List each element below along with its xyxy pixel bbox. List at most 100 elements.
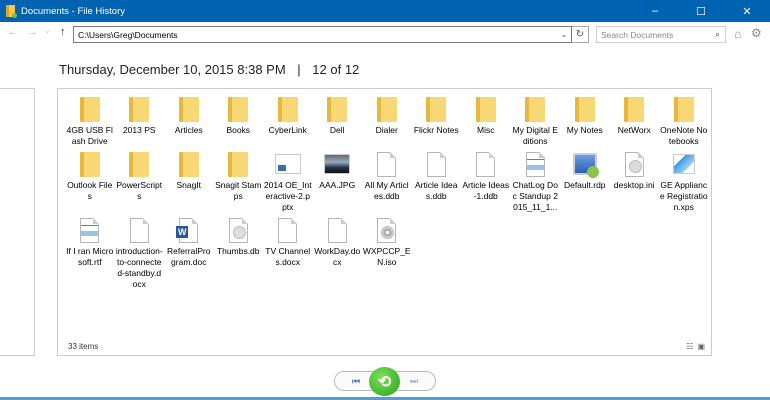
up-button[interactable]: ↑ (60, 26, 66, 38)
file-item[interactable]: WXPCCP_EN.iso (362, 216, 412, 290)
file-name: 2014 OE_Interactive-2.pptx (263, 180, 312, 212)
close-button[interactable]: ✕ (724, 0, 770, 22)
doc-icon (473, 150, 499, 178)
file-item[interactable]: Dialer (362, 95, 412, 147)
jpg-icon (324, 150, 351, 178)
file-item[interactable]: PowerScripts (115, 150, 165, 213)
doc-shape (278, 217, 298, 243)
ini-icon (225, 216, 251, 244)
file-item[interactable]: GE Appliance Registration.xps (659, 150, 709, 213)
file-item[interactable]: Outlook Files (65, 150, 115, 213)
folder-icon (225, 95, 251, 123)
file-name: AAA.JPG (319, 180, 356, 190)
file-name: CyberLink (268, 125, 307, 135)
file-name: Misc (477, 125, 495, 135)
file-item[interactable]: CyberLink (263, 95, 313, 147)
minimize-button[interactable]: – (632, 0, 678, 22)
address-bar[interactable]: C:\Users\Greg\Documents ⌄ (73, 26, 572, 43)
separator: | (297, 62, 301, 77)
file-item[interactable]: 2014 OE_Interactive-2.pptx (263, 150, 313, 213)
folder-shape (178, 96, 199, 122)
file-item[interactable]: NetWorx (610, 95, 660, 147)
folder-shape (228, 151, 249, 177)
folder-icon (77, 150, 103, 178)
folder-shape (178, 151, 199, 177)
file-item[interactable]: My Digital Editions (511, 95, 561, 147)
playback-controls: ⏮ ⏭ ⟲ (334, 367, 436, 396)
folder-icon (176, 150, 202, 178)
doc-icon (423, 150, 449, 178)
file-item[interactable]: Articles (164, 95, 214, 147)
file-name: introduction-to-connected-standby.docx (115, 246, 163, 289)
rtf-shape (80, 217, 100, 243)
file-name: TV Channels.docx (265, 246, 311, 267)
title-bar: Documents - File History – ☐ ✕ (0, 0, 770, 22)
folder-shape (129, 151, 150, 177)
rdp-icon (572, 150, 599, 178)
details-view-icon[interactable]: ☷ (686, 342, 693, 351)
file-item[interactable]: Dell (313, 95, 363, 147)
folder-icon (324, 95, 350, 123)
file-item[interactable]: Books (214, 95, 264, 147)
file-item[interactable]: Thumbs.db (214, 216, 264, 290)
file-item[interactable]: All My Articles.ddb (362, 150, 412, 213)
file-item[interactable]: ReferralProgram.doc (164, 216, 214, 290)
file-item[interactable]: 2013 PS (115, 95, 165, 147)
xps-shape (672, 154, 695, 174)
file-item[interactable]: WorkDay.docx (313, 216, 363, 290)
folder-shape (525, 96, 546, 122)
recent-locations-button[interactable]: ⌄ (44, 26, 51, 35)
folder-shape (475, 96, 496, 122)
folder-icon (126, 95, 152, 123)
file-name: Thumbs.db (216, 246, 260, 256)
file-item[interactable]: If I ran Microsoft.rtf (65, 216, 115, 290)
maximize-button[interactable]: ☐ (678, 0, 724, 22)
folder-icon (473, 95, 499, 123)
file-item[interactable]: introduction-to-connected-standby.docx (115, 216, 165, 290)
back-button[interactable]: ← (8, 26, 19, 38)
forward-button[interactable]: → (27, 26, 38, 38)
iso-icon (374, 216, 400, 244)
folder-icon (77, 95, 103, 123)
search-placeholder: Search Documents (601, 29, 674, 40)
ini-shape (624, 151, 644, 177)
ini-shape (228, 217, 248, 243)
doc-icon (324, 216, 350, 244)
file-history-icon (6, 5, 17, 18)
file-item[interactable]: My Notes (560, 95, 610, 147)
folder-shape (376, 96, 397, 122)
toolbar: ← → ⌄ ↑ C:\Users\Greg\Documents ⌄ ↻ Sear… (0, 24, 770, 46)
file-item[interactable]: Article Ideas-1.ddb (461, 150, 511, 213)
chevron-down-icon[interactable]: ⌄ (557, 30, 571, 39)
file-name: ReferralProgram.doc (167, 246, 211, 267)
folder-icon (374, 95, 400, 123)
file-item[interactable]: desktop.ini (610, 150, 660, 213)
file-name: Books (226, 125, 251, 135)
rtf-icon (77, 216, 103, 244)
file-item[interactable]: Article Ideas.ddb (412, 150, 462, 213)
folder-shape (327, 96, 348, 122)
large-icons-view-icon[interactable]: ▣ (697, 342, 705, 351)
gear-icon[interactable]: ⚙ (751, 26, 762, 40)
home-icon[interactable]: ⌂ (734, 27, 741, 41)
file-item[interactable]: Flickr Notes (412, 95, 462, 147)
file-item[interactable]: SnagIt (164, 150, 214, 213)
folder-icon (522, 95, 548, 123)
file-item[interactable]: Misc (461, 95, 511, 147)
rtf-shape (525, 151, 545, 177)
file-item[interactable]: 4GB USB Flash Drive (65, 95, 115, 147)
file-item[interactable]: TV Channels.docx (263, 216, 313, 290)
restore-button[interactable]: ⟲ (369, 367, 400, 396)
folder-shape (129, 96, 150, 122)
file-item[interactable]: ChatLog Doc Standup 2015_11_1... (511, 150, 561, 213)
file-item[interactable]: OneNote Notebooks (659, 95, 709, 147)
file-item[interactable]: Snagit Stamps (214, 150, 264, 213)
previous-snapshot-panel[interactable] (0, 88, 35, 356)
folder-shape (673, 96, 694, 122)
refresh-button[interactable]: ↻ (572, 26, 589, 43)
file-item[interactable]: Default.rdp (560, 150, 610, 213)
search-input[interactable]: Search Documents ⌕ (596, 26, 726, 43)
folder-icon (176, 95, 202, 123)
search-icon[interactable]: ⌕ (715, 29, 720, 40)
file-item[interactable]: AAA.JPG (313, 150, 363, 213)
